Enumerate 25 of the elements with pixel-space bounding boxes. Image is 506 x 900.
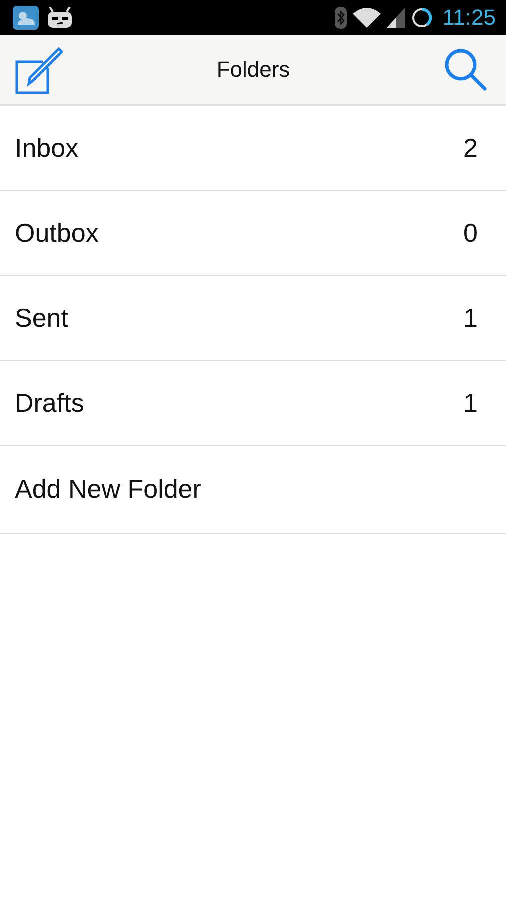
robot-icon: [47, 6, 73, 28]
folder-item[interactable]: Outbox 0: [0, 191, 506, 276]
clock-time: 11:25: [442, 4, 496, 30]
message-count: 0: [464, 218, 478, 248]
screen-title: Folders: [216, 56, 290, 82]
compose-icon: [15, 46, 63, 94]
message-count: 1: [464, 388, 478, 418]
search-button[interactable]: [444, 48, 488, 92]
message-count: 1: [464, 302, 478, 334]
wifi-icon: [352, 8, 381, 28]
folder-item[interactable]: Add New Folder: [0, 446, 506, 534]
folder-item[interactable]: Inbox 2: [0, 106, 506, 191]
folder-name: Sent: [15, 302, 68, 334]
signal-icon: [386, 8, 405, 28]
battery-ring-icon: [410, 6, 433, 28]
search-icon: [444, 48, 488, 92]
compose-button[interactable]: [15, 46, 63, 94]
bluetooth-icon: [334, 6, 347, 28]
folder-name: Outbox: [15, 218, 99, 248]
folder-name: Add New Folder: [15, 474, 202, 505]
folder-item[interactable]: Sent 1: [0, 276, 506, 361]
folder-item[interactable]: Drafts 1: [0, 361, 506, 446]
message-count: 2: [464, 132, 478, 164]
folder-name: Drafts: [15, 388, 84, 418]
folder-name: Inbox: [15, 132, 79, 164]
